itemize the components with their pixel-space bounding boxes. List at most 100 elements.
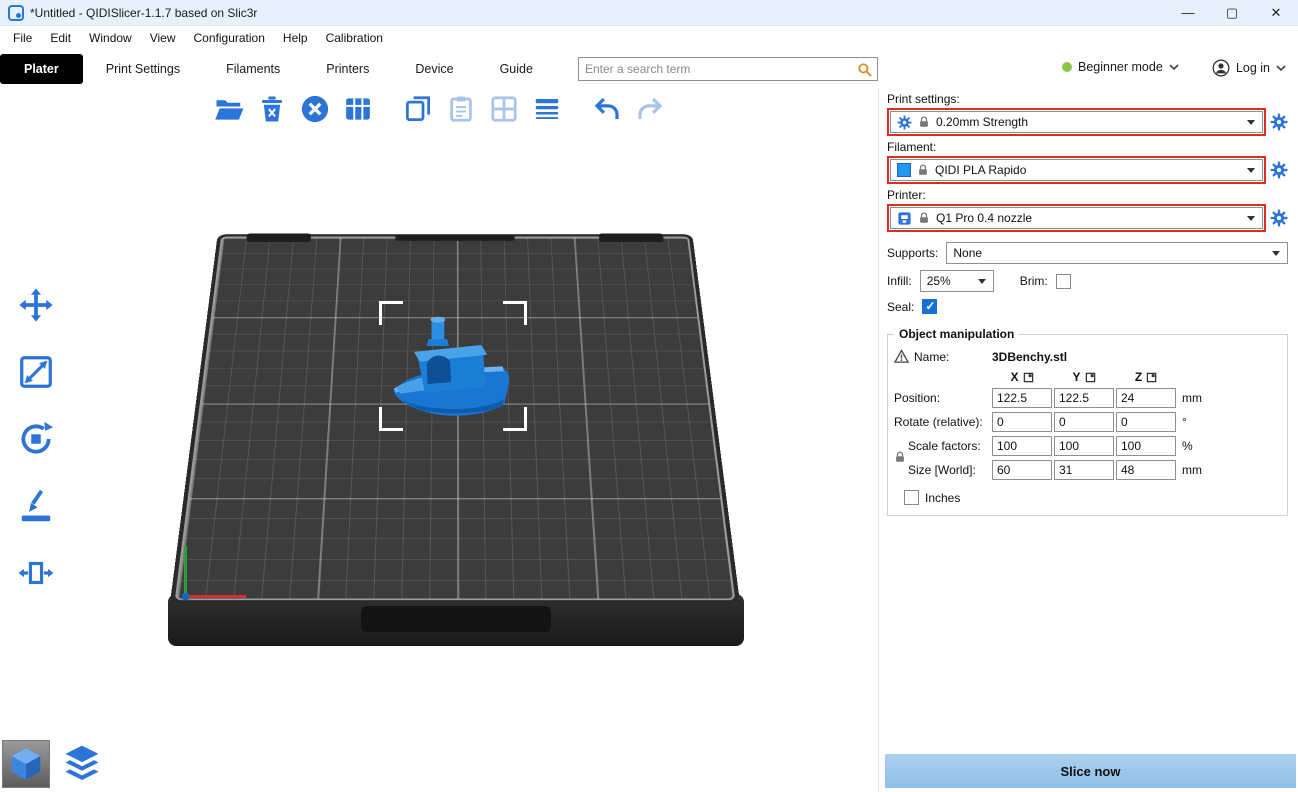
chevron-down-icon [1169,64,1179,70]
preview-layers-view-button[interactable] [58,740,106,788]
scale-label: Scale factors: [908,439,981,453]
y-axis-box-icon[interactable] [1085,372,1096,383]
scale-x-input[interactable] [992,436,1052,456]
search-icon[interactable] [857,62,872,77]
tab-guide[interactable]: Guide [477,54,556,84]
object-name-value: 3DBenchy.stl [992,349,1068,364]
filament-combo[interactable]: QIDI PLA Rapido [890,159,1263,181]
layers-stack-icon [60,742,104,786]
rotate-x-input[interactable] [992,412,1052,432]
filament-color-swatch [897,163,911,177]
object-manipulation-panel: Object manipulation Name: 3DBenchy.stl X… [887,327,1288,516]
axis-z-header: Z [1134,370,1143,384]
login-control[interactable]: Log in [1212,59,1286,77]
menu-help[interactable]: Help [274,29,317,47]
menu-view[interactable]: View [141,29,185,47]
printer-icon [897,211,912,226]
3d-editor-view-button[interactable] [2,740,50,788]
print-settings-value: 0.20mm Strength [936,115,1029,129]
scale-y-input[interactable] [1054,436,1114,456]
selection-bracket-corner [379,301,403,325]
chevron-down-icon [1272,250,1280,256]
object-name-label: Name: [914,349,950,364]
minimize-button[interactable]: — [1166,0,1210,26]
menu-configuration[interactable]: Configuration [185,29,274,47]
filament-label: Filament: [887,140,937,154]
rotate-y-input[interactable] [1054,412,1114,432]
tab-bar: Plater Print Settings Filaments Printers… [0,50,1298,88]
user-icon [1212,59,1230,77]
menu-file[interactable]: File [4,29,41,47]
search-box [578,57,878,81]
size-label: Size [World]: [908,463,976,477]
inches-checkbox[interactable] [904,490,919,505]
rotate-unit: ° [1182,415,1187,429]
menu-edit[interactable]: Edit [41,29,80,47]
scale-row: Scale factors: % [894,436,1281,456]
warning-icon [894,349,909,364]
selection-bracket-corner [503,407,527,431]
bed-scene [0,88,878,792]
menu-bar: File Edit Window View Configuration Help… [0,27,1298,49]
rotate-label: Rotate (relative): [894,415,983,429]
chevron-down-icon [1247,167,1255,173]
print-settings-combo[interactable]: 0.20mm Strength [890,111,1263,133]
bed-clip [246,233,312,242]
tab-filaments[interactable]: Filaments [203,54,303,84]
close-button[interactable]: ✕ [1254,0,1298,26]
app-icon [8,4,24,21]
size-x-input[interactable] [992,460,1052,480]
size-z-input[interactable] [1116,460,1176,480]
rotate-row: Rotate (relative): ° [894,412,1281,432]
mode-selector[interactable]: Beginner mode [1062,60,1179,74]
edit-printer-button[interactable] [1270,209,1288,227]
position-x-input[interactable] [992,388,1052,408]
edit-filament-button[interactable] [1270,161,1288,179]
menu-window[interactable]: Window [80,29,141,47]
infill-value: 25% [926,274,951,288]
size-unit: mm [1182,463,1202,477]
maximize-button[interactable]: ▢ [1210,0,1254,26]
tab-device[interactable]: Device [392,54,476,84]
position-z-input[interactable] [1116,388,1176,408]
menu-calibration[interactable]: Calibration [317,29,392,47]
chevron-down-icon [1276,65,1286,71]
axis-y-header: Y [1072,370,1081,384]
x-axis-box-icon[interactable] [1023,372,1034,383]
seal-checkbox[interactable] [922,299,938,314]
size-y-input[interactable] [1054,460,1114,480]
bed-base [168,594,744,646]
scale-unit: % [1182,439,1193,453]
plater-3d-viewport [0,88,878,792]
position-unit: mm [1182,391,1202,405]
brim-checkbox[interactable] [1055,273,1071,289]
lock-icon [917,164,929,176]
tab-print-settings[interactable]: Print Settings [83,54,203,84]
chevron-down-icon [1247,215,1255,221]
rotate-z-input[interactable] [1116,412,1176,432]
printer-combo[interactable]: Q1 Pro 0.4 nozzle [890,207,1263,229]
login-label: Log in [1235,61,1270,75]
bed-clip [395,234,515,241]
gear-icon [1270,161,1288,179]
filament-value: QIDI PLA Rapido [935,163,1027,177]
axes-origin [182,593,189,600]
scale-z-input[interactable] [1116,436,1176,456]
slice-now-button[interactable]: Slice now [885,754,1296,788]
tab-printers[interactable]: Printers [303,54,392,84]
axis-x-header: X [1010,370,1019,384]
x-axis-indicator [184,595,246,598]
position-y-input[interactable] [1054,388,1114,408]
tab-plater[interactable]: Plater [0,54,83,84]
z-axis-box-icon[interactable] [1146,372,1157,383]
mode-label: Beginner mode [1078,60,1163,74]
search-input[interactable] [579,62,857,76]
infill-dropdown[interactable]: 25% [919,270,994,292]
supports-dropdown[interactable]: None [946,242,1288,264]
lock-icon [918,212,930,224]
view-toggle-bar [2,740,106,788]
size-row: Size [World]: mm [894,460,1281,480]
uniform-scale-lock-icon[interactable] [894,450,906,464]
edit-print-settings-button[interactable] [1270,113,1288,131]
gear-icon [1270,113,1288,131]
